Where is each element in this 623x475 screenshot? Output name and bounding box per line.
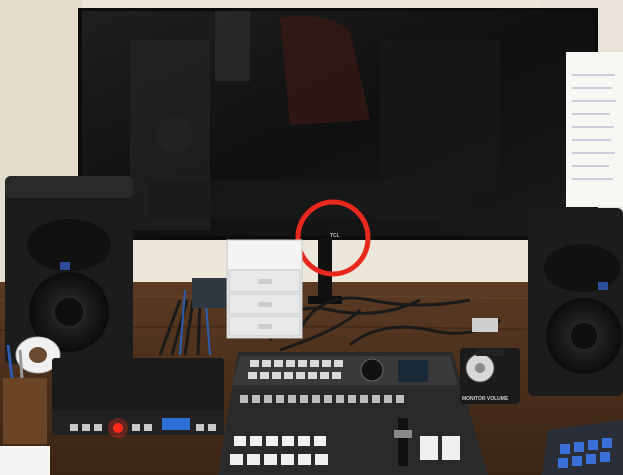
monitor-volume-controller: MONITOR VOLUME bbox=[460, 348, 520, 404]
paper-note bbox=[0, 446, 50, 475]
video-switcher bbox=[218, 352, 488, 475]
lcd-display bbox=[162, 418, 190, 430]
video-converter bbox=[52, 358, 224, 438]
adapter-box bbox=[472, 318, 498, 332]
network-switch bbox=[192, 278, 230, 308]
tv-monitor: TCL bbox=[78, 8, 598, 240]
t-bar-slot bbox=[398, 418, 408, 466]
monitor-volume-label: MONITOR VOLUME bbox=[462, 396, 509, 402]
photo-scene: TCL MONITOR VOLUME bbox=[0, 0, 623, 475]
speaker-right bbox=[528, 208, 623, 396]
photo-illustration: TCL MONITOR VOLUME bbox=[0, 0, 623, 475]
storage-drawers bbox=[226, 239, 303, 339]
t-bar-handle bbox=[394, 430, 412, 438]
speaker-left bbox=[5, 176, 133, 364]
switcher-display bbox=[398, 360, 428, 382]
